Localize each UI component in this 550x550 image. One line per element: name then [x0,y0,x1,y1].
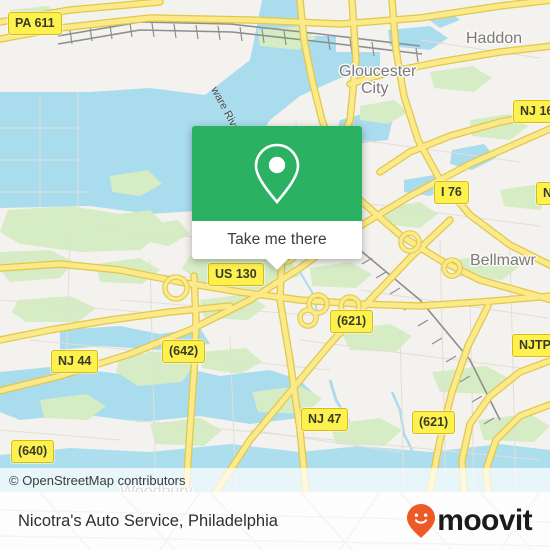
map-screen: HaddonGloucesterCityBellmawrWoodbury war… [0,0,550,550]
location-popup-card[interactable]: Take me there [192,126,362,270]
route-shield: PA 611 [8,12,62,35]
route-shield: NJ 44 [51,350,99,373]
route-shield: NJ 168 [513,100,550,123]
route-shield: (621) [412,411,456,434]
popup-pointer-tail [266,259,288,270]
route-shield: NJTP [512,334,550,357]
map-canvas[interactable]: HaddonGloucesterCityBellmawrWoodbury war… [0,0,550,492]
route-shield: NJ 47 [301,408,349,431]
route-shield: (640) [11,440,55,463]
moovit-logo[interactable]: moovit [406,503,550,539]
route-shield: (621) [330,310,374,333]
map-attribution-bar: © OpenStreetMap contributors [0,468,550,492]
take-me-there-label: Take me there [227,231,327,248]
route-shield: US 130 [208,263,264,286]
popup-action-area[interactable]: Take me there [192,221,362,270]
route-shield: (642) [162,340,206,363]
footer-bar: Nicotra's Auto Service, Philadelphia moo… [0,492,550,550]
route-shield: I 76 [434,181,469,204]
moovit-wordmark: moovit [437,504,532,537]
location-title: Nicotra's Auto Service, Philadelphia [18,511,278,530]
route-shield: N [536,182,550,205]
moovit-pin-icon [407,504,436,538]
popup-image-area [192,126,362,221]
openstreetmap-attribution[interactable]: © OpenStreetMap contributors [0,473,186,488]
location-pin-icon [254,143,300,204]
